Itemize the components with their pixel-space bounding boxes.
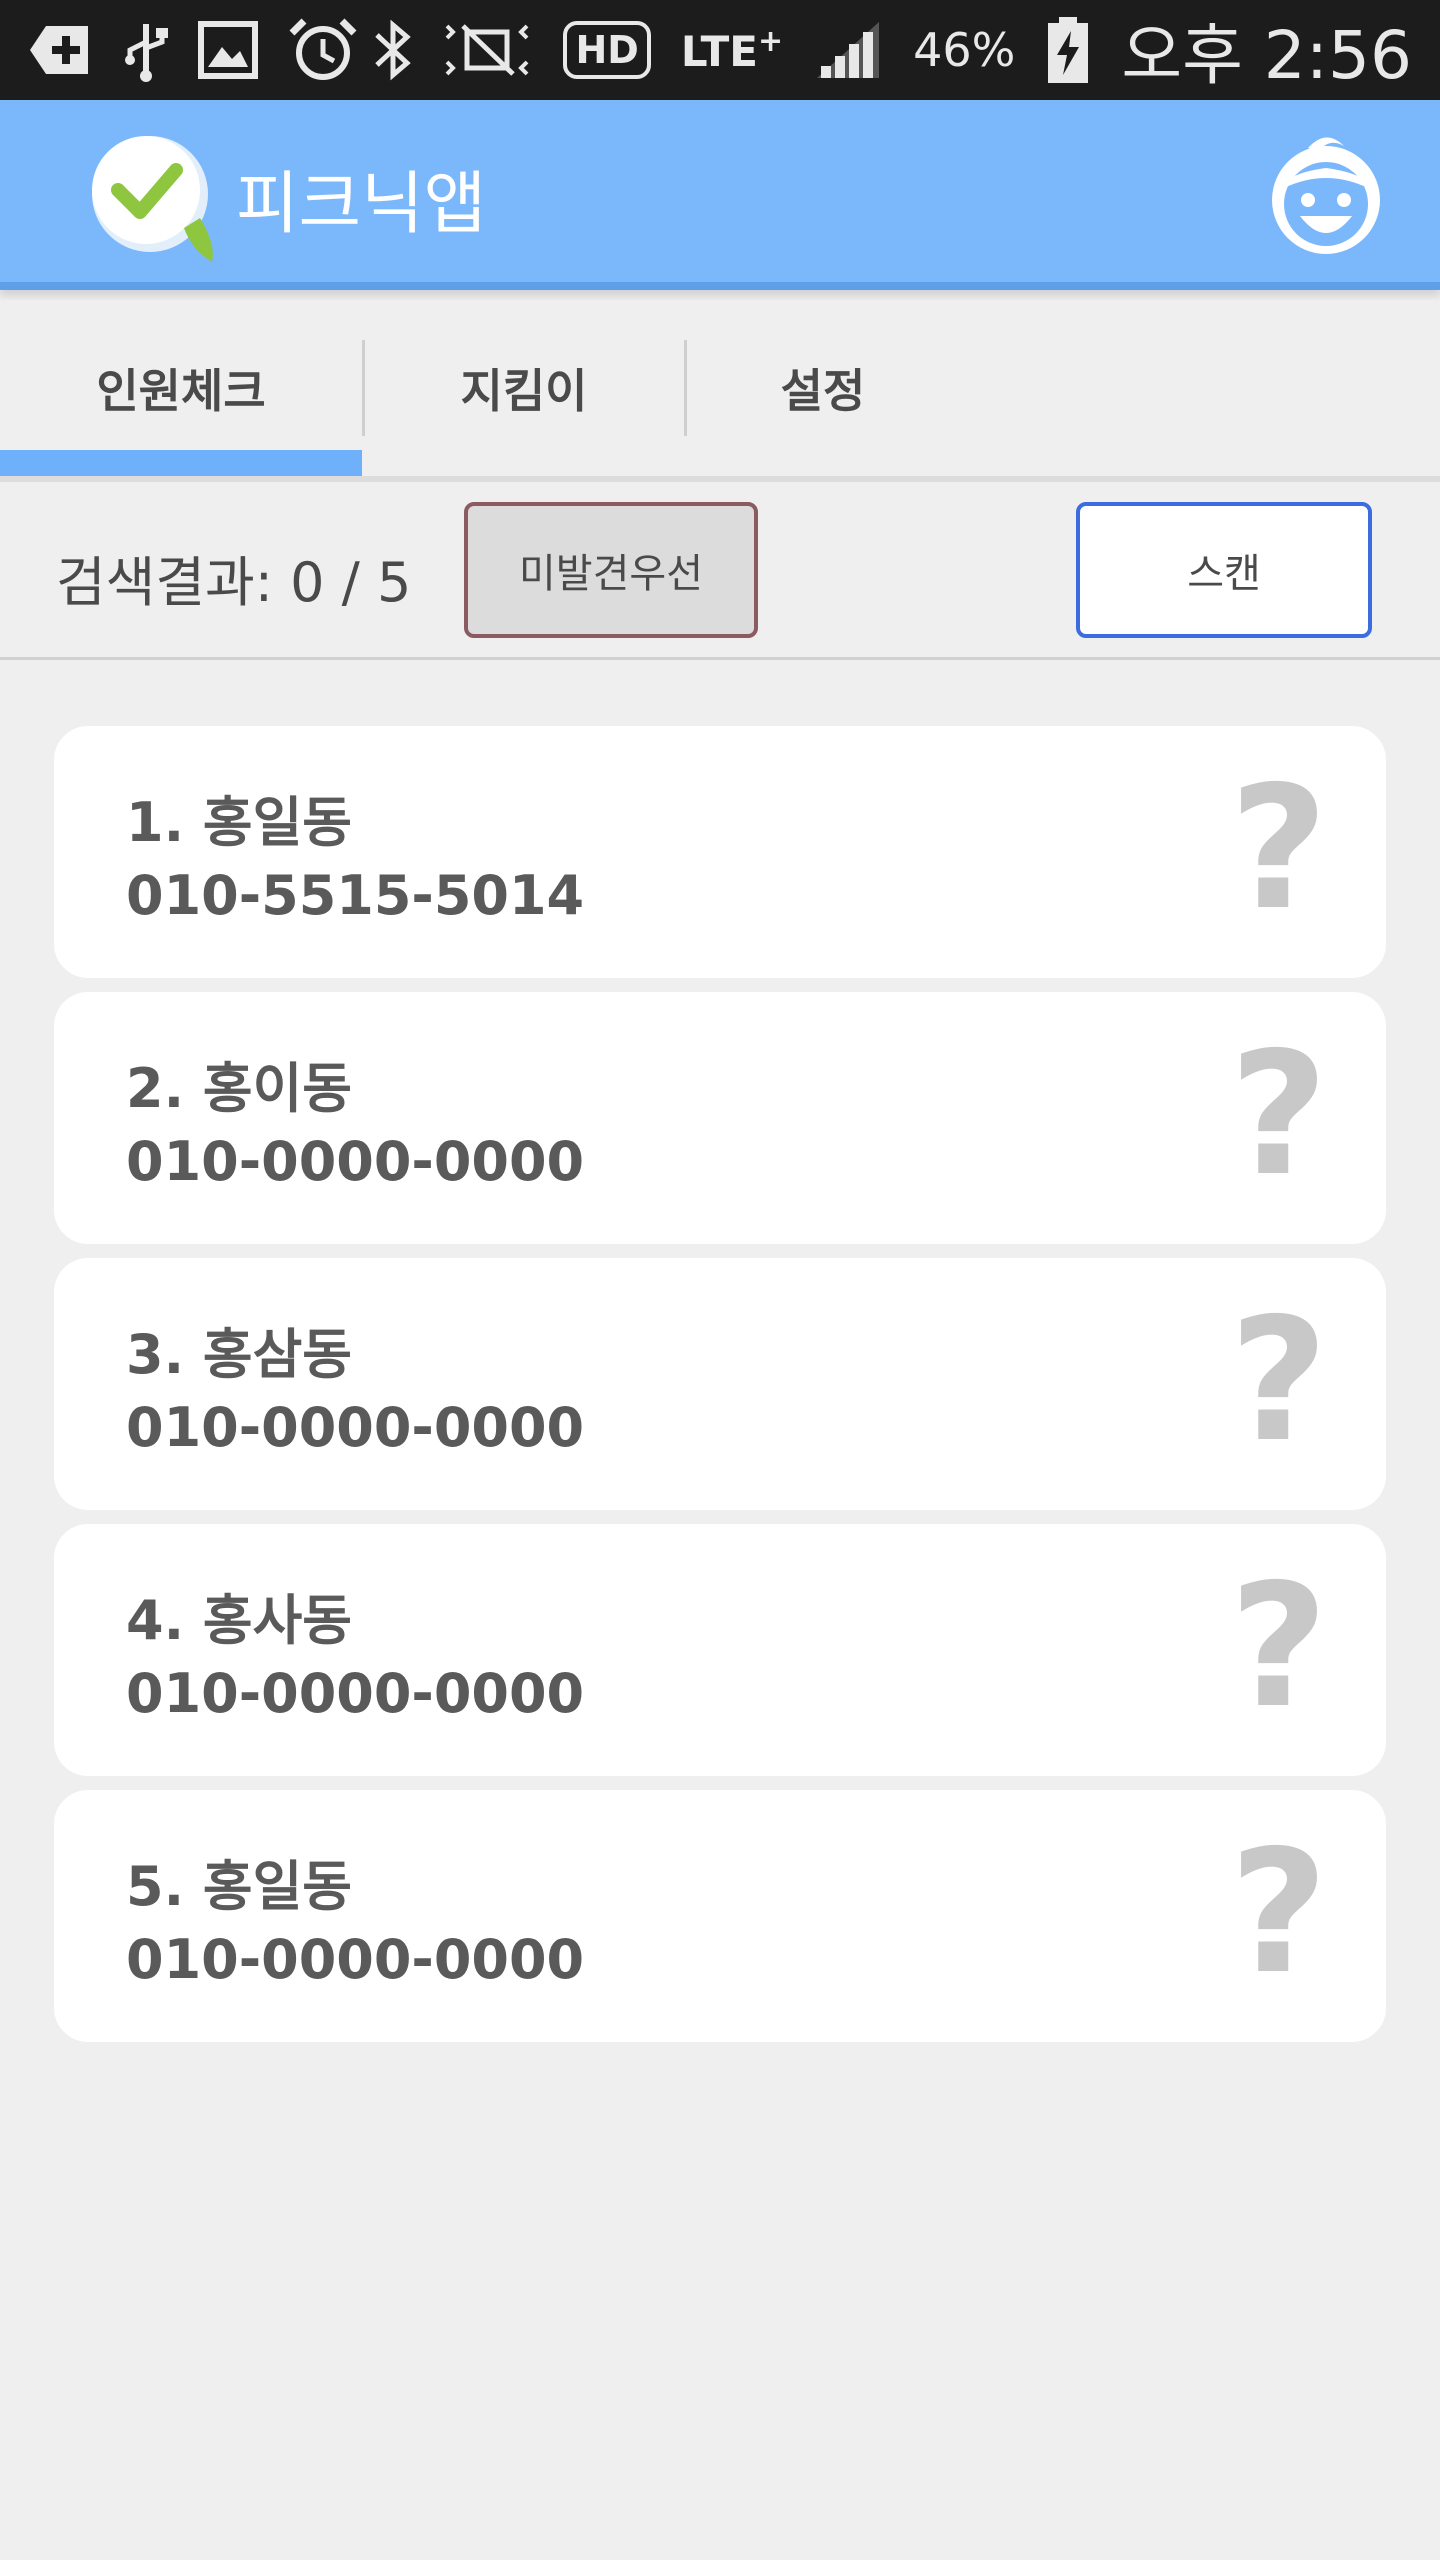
- list-item[interactable]: 4. 홍사동 010-0000-0000 ?: [54, 1524, 1386, 1776]
- person-list: 1. 홍일동 010-5515-5014 ? 2. 홍이동 010-0000-0…: [54, 726, 1386, 2056]
- hd-icon: HD: [563, 21, 651, 79]
- app-title: 피크닉앱: [236, 165, 487, 244]
- tab-guardian[interactable]: 지킴이: [364, 300, 684, 476]
- clock: 오후 2:56: [1121, 17, 1412, 94]
- add-icon: [28, 22, 94, 78]
- person-name: 4. 홍사동: [126, 1589, 352, 1652]
- status-bar-notifications: [28, 15, 358, 85]
- list-item[interactable]: 5. 홍일동 010-0000-0000 ?: [54, 1790, 1386, 2042]
- unknown-status-icon: ?: [1229, 750, 1328, 948]
- battery-icon: [1045, 15, 1091, 85]
- mute-icon: [443, 22, 533, 78]
- unknown-status-icon: ?: [1229, 1814, 1328, 2012]
- person-phone: 010-0000-0000: [126, 1130, 585, 1193]
- checkmark-logo-icon[interactable]: [88, 132, 213, 262]
- person-name: 2. 홍이동: [126, 1057, 352, 1120]
- person-phone: 010-0000-0000: [126, 1662, 585, 1725]
- search-result-count: 검색결과: 0 / 5: [56, 551, 412, 614]
- image-icon: [198, 21, 258, 79]
- battery-percent: 46%: [913, 23, 1016, 77]
- app-bar: 피크닉앱: [0, 100, 1440, 290]
- signal-icon: [813, 18, 883, 82]
- unknown-status-icon: ?: [1229, 1016, 1328, 1214]
- usb-icon: [124, 18, 168, 82]
- person-phone: 010-0000-0000: [126, 1928, 585, 1991]
- alarm-icon: [288, 15, 358, 85]
- person-phone: 010-5515-5014: [126, 864, 585, 927]
- unfound-first-button[interactable]: 미발견우선: [464, 502, 758, 638]
- list-item[interactable]: 1. 홍일동 010-5515-5014 ?: [54, 726, 1386, 978]
- person-name: 3. 홍삼동: [126, 1323, 352, 1386]
- status-bar: HD LTE+ 46% 오후 2:56: [0, 0, 1440, 100]
- person-name: 1. 홍일동: [126, 791, 352, 854]
- child-face-icon[interactable]: [1268, 128, 1384, 258]
- unknown-status-icon: ?: [1229, 1282, 1328, 1480]
- unknown-status-icon: ?: [1229, 1548, 1328, 1746]
- person-phone: 010-0000-0000: [126, 1396, 585, 1459]
- lte-icon: LTE+: [680, 24, 784, 76]
- tab-settings[interactable]: 설정: [686, 300, 960, 476]
- active-tab-indicator: [0, 450, 362, 476]
- list-item[interactable]: 2. 홍이동 010-0000-0000 ?: [54, 992, 1386, 1244]
- tab-bar: 인원체크 지킴이 설정: [0, 300, 1440, 482]
- status-bar-system: HD LTE+ 46% 오후 2:56: [373, 2, 1412, 98]
- scan-button[interactable]: 스캔: [1076, 502, 1372, 638]
- search-result-bar: 검색결과: 0 / 5 미발견우선 스캔: [0, 482, 1440, 660]
- bluetooth-icon: [373, 19, 413, 81]
- list-item[interactable]: 3. 홍삼동 010-0000-0000 ?: [54, 1258, 1386, 1510]
- person-name: 5. 홍일동: [126, 1855, 352, 1918]
